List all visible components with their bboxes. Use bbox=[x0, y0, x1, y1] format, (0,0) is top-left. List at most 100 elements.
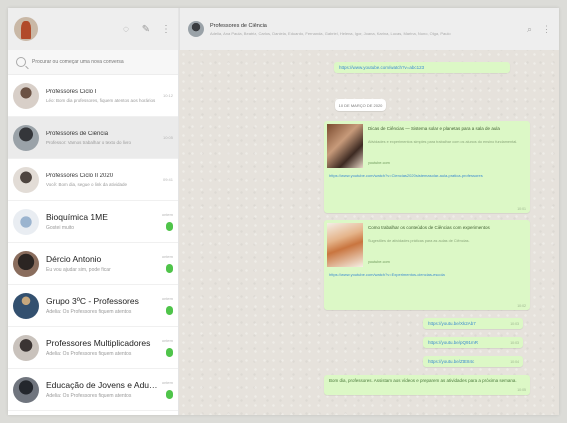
chat-name: Bioquímica 1ME bbox=[46, 212, 108, 222]
menu-icon[interactable]: ⋮ bbox=[160, 24, 172, 35]
chat-meta: 09:41 bbox=[159, 177, 173, 182]
message-bubble[interactable]: Bom dia, professores. Assistam aos vídeo… bbox=[324, 375, 530, 395]
chat-avatar[interactable] bbox=[13, 208, 39, 235]
my-avatar[interactable] bbox=[14, 17, 38, 41]
message-link[interactable]: https://youtu.be/Xk2Ab7 bbox=[428, 321, 476, 326]
conversation-header[interactable]: Professores de Ciência Adelia, Ana Paula… bbox=[179, 8, 559, 50]
chat-info: Professores Ciclo II 2020 Você: Bom dia, … bbox=[46, 173, 159, 187]
message-link[interactable]: https://www.youtube.com/watch?v=Experime… bbox=[329, 272, 524, 278]
new-chat-icon[interactable]: ✎ bbox=[140, 24, 152, 35]
message-time: 10:01 bbox=[517, 207, 526, 211]
chat-list-item[interactable]: Educação de Jovens e Adultos Adelia: Os P… bbox=[8, 369, 178, 411]
sidebar-header: ◌ ✎ ⋮ bbox=[8, 8, 178, 50]
message-bubble[interactable]: https://www.youtube.com/watch?v=abc123 bbox=[334, 62, 510, 73]
chat-preview: Adelia: Os Professores fiquem atentos bbox=[46, 351, 132, 357]
unread-badge bbox=[166, 264, 173, 273]
message-bubble[interactable]: https://youtu.be/Xk2Ab7 10:03 bbox=[423, 318, 523, 329]
conversation-panel: Professores de Ciência Adelia, Ana Paula… bbox=[179, 8, 559, 415]
chat-avatar[interactable] bbox=[13, 334, 39, 361]
chat-meta: ontem bbox=[159, 254, 173, 273]
link-preview-message[interactable]: Dicas de Ciências — Sistema solar e plan… bbox=[324, 121, 530, 213]
chat-name: Professores Ciclo II 2020 bbox=[46, 172, 114, 179]
search-messages-icon[interactable]: ⌕ bbox=[527, 24, 532, 35]
chat-avatar[interactable] bbox=[13, 376, 39, 403]
search-input[interactable] bbox=[32, 59, 170, 65]
chat-list-item[interactable]: Professores Ciclo II 2020 Você: Bom dia, … bbox=[8, 159, 178, 201]
link-preview-description: Atividades e experimentos simples para t… bbox=[368, 140, 518, 144]
chat-time: 09:41 bbox=[162, 177, 173, 182]
chat-list-item[interactable]: Grupo 3ºC - Professores Adelia: Os Profes… bbox=[8, 285, 178, 327]
chat-meta: 10:12 bbox=[159, 93, 173, 98]
chat-time: ontem bbox=[161, 338, 173, 343]
message-time: 10:04 bbox=[510, 360, 519, 364]
link-preview-thumbnail[interactable] bbox=[327, 124, 363, 168]
sidebar: ◌ ✎ ⋮ Professores Ciclo I Léo: Bom dia pr… bbox=[8, 8, 179, 415]
chat-info: Grupo 3ºC - Professores Adelia: Os Profes… bbox=[46, 296, 159, 315]
chat-preview: Léo: Bom dia professores, fiquem atentos… bbox=[46, 97, 156, 103]
chat-info: Professores Multiplicadores Adelia: Os Pr… bbox=[46, 338, 159, 357]
message-text: Bom dia, professores. Assistam aos vídeo… bbox=[329, 378, 517, 383]
link-preview-thumbnail[interactable] bbox=[327, 223, 363, 267]
conversation-header-icons: ⌕ ⋮ bbox=[527, 24, 551, 35]
message-link[interactable]: https://www.youtube.com/watch?v=abc123 bbox=[339, 65, 424, 70]
link-preview-message[interactable]: Como trabalhar os conteúdos de Ciências … bbox=[324, 220, 530, 310]
chat-preview: Gostei muito bbox=[46, 225, 75, 231]
message-link[interactable]: https://www.youtube.com/watch?v=Ciencias… bbox=[329, 173, 524, 179]
link-preview-title: Dicas de Ciências — Sistema solar e plan… bbox=[368, 126, 500, 131]
conversation-title: Professores de Ciência bbox=[210, 22, 267, 29]
link-preview-site: youtube.com bbox=[368, 260, 390, 264]
message-bubble[interactable]: https://youtu.be/ZtE84c 10:04 bbox=[423, 356, 523, 367]
sidebar-header-icons: ◌ ✎ ⋮ bbox=[120, 24, 172, 35]
unread-badge bbox=[166, 306, 173, 315]
link-preview-title: Como trabalhar os conteúdos de Ciências … bbox=[368, 225, 490, 230]
chat-list: Professores Ciclo I Léo: Bom dia professo… bbox=[8, 75, 178, 415]
chat-list-item[interactable]: Professores de Ciência Professor: Vamos t… bbox=[8, 117, 178, 159]
status-icon[interactable]: ◌ bbox=[120, 24, 132, 35]
message-link[interactable]: https://youtu.be/pQ91mR bbox=[428, 340, 478, 345]
chat-time: 10:12 bbox=[162, 93, 173, 98]
unread-badge bbox=[166, 348, 173, 357]
chat-info: Educação de Jovens e Adultos Adelia: Os P… bbox=[46, 380, 159, 399]
chat-preview: Adelia: Os Professores fiquem atentos bbox=[46, 309, 132, 315]
link-preview-site: youtube.com bbox=[368, 161, 390, 165]
chat-list-item[interactable]: Bioquímica 1ME Gostei muito ontem bbox=[8, 201, 178, 243]
chat-meta: ontem bbox=[159, 380, 173, 399]
message-time: 10:03 bbox=[510, 322, 519, 326]
chat-preview: Professor: Vamos trabalhar o texto do li… bbox=[46, 139, 131, 145]
chat-avatar[interactable] bbox=[13, 250, 39, 277]
chat-list-item[interactable]: Dércio Antonio Eu vou ajudar sim, pode fi… bbox=[8, 243, 178, 285]
message-link[interactable]: https://youtu.be/ZtE84c bbox=[428, 359, 474, 364]
chat-avatar[interactable] bbox=[13, 166, 39, 193]
chat-avatar[interactable] bbox=[13, 82, 39, 109]
chat-name: Dércio Antonio bbox=[46, 254, 102, 264]
chat-preview: Adelia: Os Professores fiquem atentos bbox=[46, 393, 132, 399]
chat-meta: 10:05 bbox=[159, 135, 173, 140]
chat-time: ontem bbox=[161, 380, 173, 385]
message-bubble[interactable]: https://youtu.be/pQ91mR 10:03 bbox=[423, 337, 523, 348]
conversation-menu-icon[interactable]: ⋮ bbox=[542, 24, 551, 35]
group-avatar[interactable] bbox=[188, 21, 204, 37]
chat-time: ontem bbox=[161, 212, 173, 217]
message-time: 10:02 bbox=[517, 304, 526, 308]
chat-name: Educação de Jovens e Adultos bbox=[46, 380, 159, 390]
message-area: https://www.youtube.com/watch?v=abc123 1… bbox=[179, 50, 559, 415]
chat-preview: Você: Bom dia, segue o link da atividade bbox=[46, 181, 128, 187]
chat-avatar[interactable] bbox=[13, 124, 39, 151]
chat-time: 10:05 bbox=[162, 135, 173, 140]
chat-name: Grupo 3ºC - Professores bbox=[46, 296, 139, 306]
chat-meta: ontem bbox=[159, 338, 173, 357]
chat-info: Professores Ciclo I Léo: Bom dia professo… bbox=[46, 89, 159, 103]
chat-list-item[interactable]: Professores Multiplicadores Adelia: Os Pr… bbox=[8, 327, 178, 369]
chat-time: ontem bbox=[161, 296, 173, 301]
chat-avatar[interactable] bbox=[13, 292, 39, 319]
chat-info: Dércio Antonio Eu vou ajudar sim, pode fi… bbox=[46, 254, 159, 273]
search-bar bbox=[8, 50, 178, 75]
unread-badge bbox=[166, 390, 173, 399]
link-preview-description: Sugestões de atividades práticas para as… bbox=[368, 239, 470, 243]
conversation-participants: Adelia, Ana Paula, Beatriz, Carlos, Dani… bbox=[210, 30, 451, 36]
chat-time: ontem bbox=[161, 254, 173, 259]
chat-info: Professores de Ciência Professor: Vamos t… bbox=[46, 131, 159, 145]
chat-meta: ontem bbox=[159, 212, 173, 231]
search-icon[interactable] bbox=[16, 57, 26, 67]
chat-list-item[interactable]: Professores Ciclo I Léo: Bom dia professo… bbox=[8, 75, 178, 117]
